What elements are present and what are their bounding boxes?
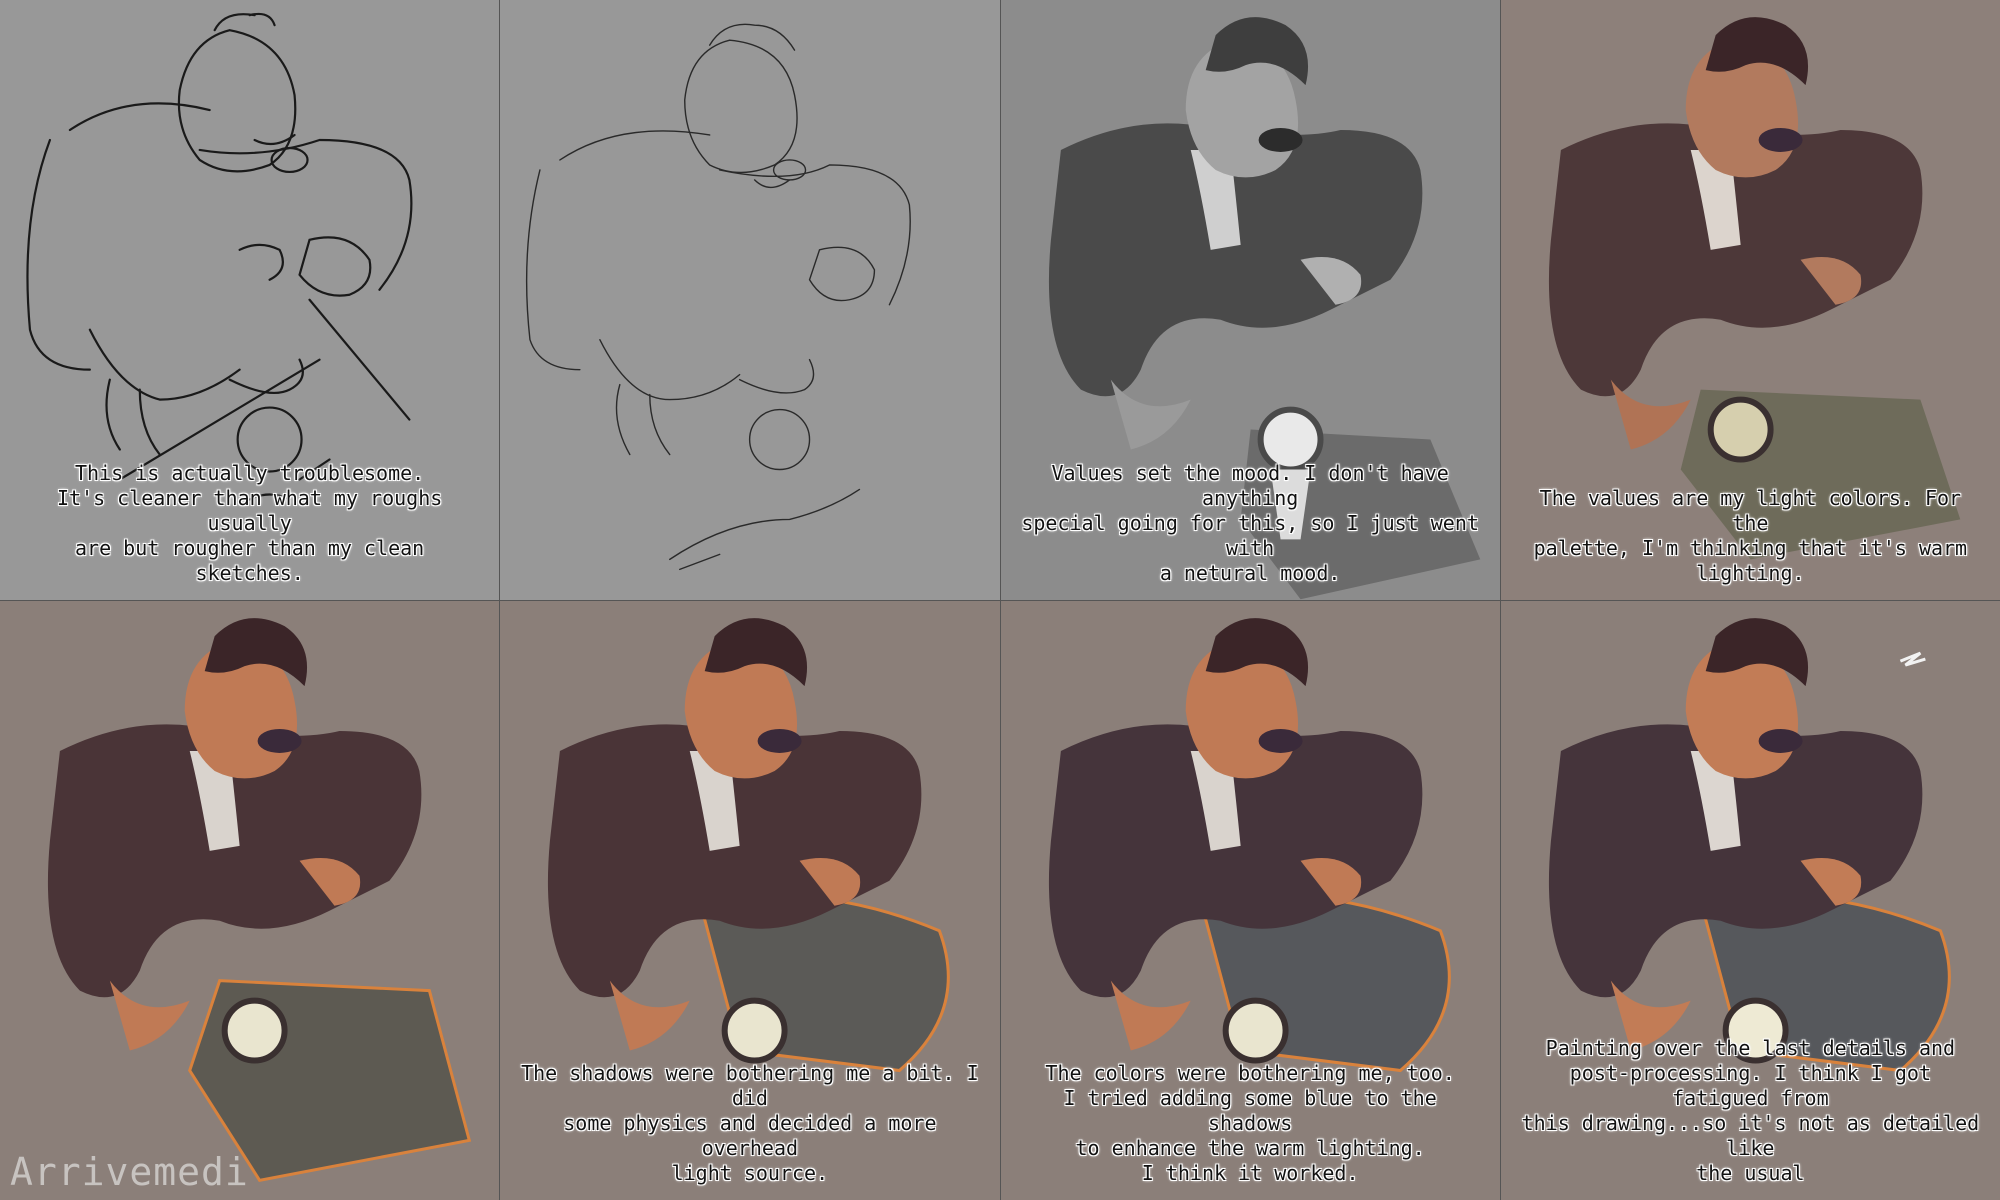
caption-final-details: Painting over the last details and post-… (1521, 1036, 1980, 1185)
panel-clean-lineart (500, 0, 1000, 600)
panel-light-colors: The values are my light colors. For the … (1500, 0, 2000, 600)
watermark: Arrivemedi (10, 1150, 249, 1194)
panel-rough-sketch: This is actually troublesome. It's clean… (0, 0, 500, 600)
base-render-figure (47, 617, 472, 1182)
panel-base-render: Arrivemedi (0, 600, 500, 1200)
caption-values: Values set the mood. I don't have anythi… (1021, 460, 1479, 585)
caption-blue-shadows: The colors were bothering me, too. I tri… (1045, 1061, 1455, 1185)
panel-final-details: Painting over the last details and post-… (1500, 600, 2000, 1200)
caption-rough-sketch: This is actually troublesome. It's clean… (56, 460, 443, 585)
caption-light-colors: The values are my light colors. For the … (1533, 485, 1968, 585)
panel-values: Values set the mood. I don't have anythi… (1000, 0, 1500, 600)
panel-blue-shadows: The colors were bothering me, too. I tri… (1000, 600, 1500, 1200)
caption-shadow-physics: The shadows were bothering me a bit. I d… (521, 1061, 979, 1185)
process-grid: This is actually troublesome. It's clean… (0, 0, 2000, 1200)
lineart-figure (526, 23, 912, 571)
panel-shadow-physics: The shadows were bothering me a bit. I d… (500, 600, 1000, 1200)
